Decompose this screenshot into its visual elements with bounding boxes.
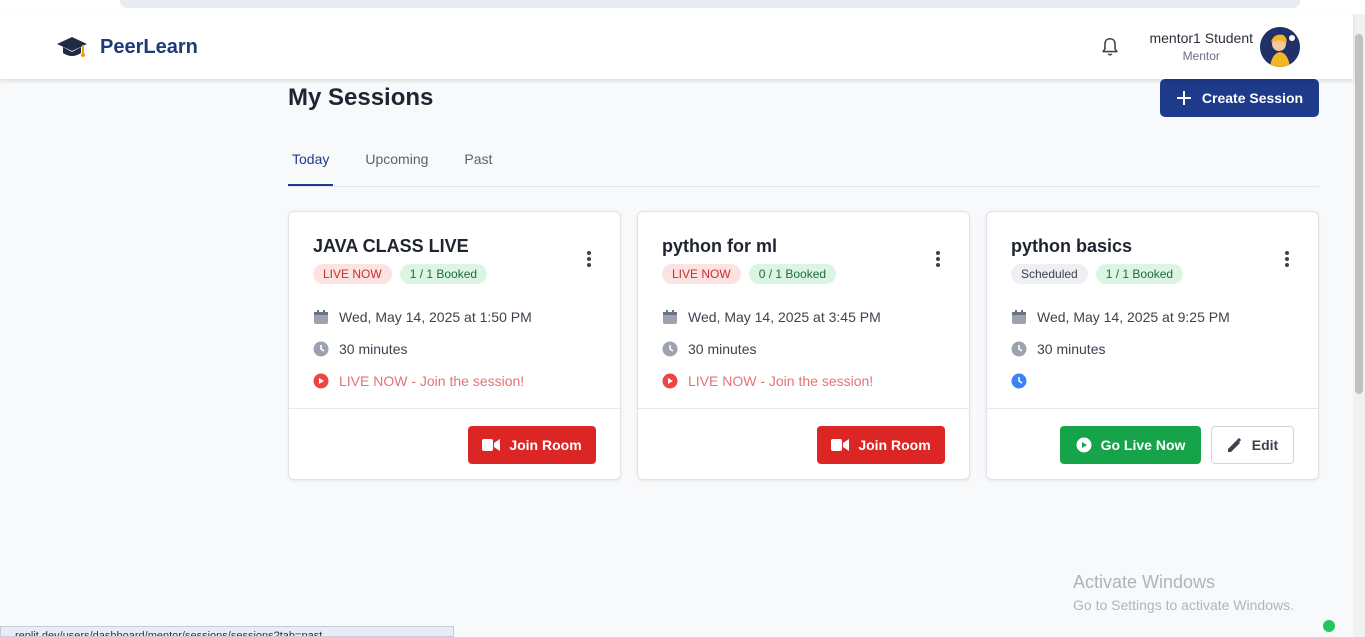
session-card: python basics Scheduled 1 / 1 Booked Wed… xyxy=(986,211,1319,480)
go-live-button[interactable]: Go Live Now xyxy=(1060,426,1201,464)
clock-icon xyxy=(1011,341,1027,357)
duration-text: 30 minutes xyxy=(339,341,408,357)
session-card: JAVA CLASS LIVE LIVE NOW 1 / 1 Booked We… xyxy=(288,211,621,480)
session-live-status: LIVE NOW - Join the session! xyxy=(662,373,873,389)
brand[interactable]: PeerLearn xyxy=(56,33,198,61)
more-vert-icon[interactable] xyxy=(935,250,941,268)
live-status-text: LIVE NOW - Join the session! xyxy=(339,373,525,389)
page-scrollbar[interactable] xyxy=(1353,14,1365,637)
edit-label: Edit xyxy=(1251,437,1279,453)
play-circle-icon xyxy=(313,373,329,389)
graduation-cap-icon xyxy=(57,37,87,57)
watermark-subtitle: Go to Settings to activate Windows. xyxy=(1073,597,1294,613)
session-title: JAVA CLASS LIVE xyxy=(313,236,469,256)
more-vert-icon[interactable] xyxy=(1284,250,1290,268)
browser-chrome xyxy=(0,0,1365,14)
duration-text: 30 minutes xyxy=(688,341,757,357)
avatar[interactable] xyxy=(1260,27,1300,67)
avatar-image xyxy=(1260,27,1300,67)
session-card: python for ml LIVE NOW 0 / 1 Booked Wed,… xyxy=(637,211,970,480)
session-datetime: Wed, May 14, 2025 at 3:45 PM xyxy=(662,309,881,325)
calendar-icon xyxy=(663,310,677,324)
session-schedule-status xyxy=(1011,373,1037,389)
edit-button[interactable]: Edit xyxy=(1211,426,1294,464)
card-footer: Join Room xyxy=(289,408,620,480)
join-room-button[interactable]: Join Room xyxy=(468,426,596,464)
booked-badge: 1 / 1 Booked xyxy=(1095,264,1184,284)
live-status-text: LIVE NOW - Join the session! xyxy=(688,373,874,389)
status-badge: LIVE NOW xyxy=(662,264,741,284)
scrollbar-thumb[interactable] xyxy=(1355,34,1363,394)
session-live-status: LIVE NOW - Join the session! xyxy=(313,373,524,389)
join-room-label: Join Room xyxy=(858,437,931,453)
session-title: python for ml xyxy=(662,236,777,256)
session-duration: 30 minutes xyxy=(662,341,756,357)
duration-text: 30 minutes xyxy=(1037,341,1106,357)
session-tabs: Today Upcoming Past xyxy=(288,136,1319,187)
play-circle-icon xyxy=(1076,437,1092,453)
calendar-icon xyxy=(314,310,328,324)
bell-icon[interactable] xyxy=(1099,36,1121,58)
datetime-text: Wed, May 14, 2025 at 1:50 PM xyxy=(339,309,532,325)
session-duration: 30 minutes xyxy=(313,341,407,357)
status-badge: LIVE NOW xyxy=(313,264,392,284)
pencil-icon xyxy=(1227,437,1241,452)
datetime-text: Wed, May 14, 2025 at 9:25 PM xyxy=(1037,309,1230,325)
plus-icon xyxy=(1176,91,1191,105)
join-room-button[interactable]: Join Room xyxy=(817,426,945,464)
status-bar-url: replit.dev/users/dashboard/mentor/sessio… xyxy=(0,626,454,637)
create-session-button[interactable]: Create Session xyxy=(1160,79,1319,117)
session-datetime: Wed, May 14, 2025 at 9:25 PM xyxy=(1011,309,1230,325)
card-footer: Go Live Now Edit xyxy=(987,408,1318,480)
play-circle-icon xyxy=(662,373,678,389)
user-info[interactable]: mentor1 Student Mentor xyxy=(1149,30,1253,63)
address-bar[interactable] xyxy=(120,0,1300,8)
windows-activation-watermark: Activate Windows Go to Settings to activ… xyxy=(1073,572,1294,613)
create-session-label: Create Session xyxy=(1201,90,1304,106)
watermark-title: Activate Windows xyxy=(1073,572,1216,592)
brand-name: PeerLearn xyxy=(100,35,198,58)
session-duration: 30 minutes xyxy=(1011,341,1105,357)
join-room-label: Join Room xyxy=(509,437,582,453)
tab-upcoming[interactable]: Upcoming xyxy=(347,136,446,186)
booked-badge: 0 / 1 Booked xyxy=(748,264,837,284)
datetime-text: Wed, May 14, 2025 at 3:45 PM xyxy=(688,309,881,325)
session-title: python basics xyxy=(1011,236,1133,256)
page-title: My Sessions xyxy=(288,84,434,111)
calendar-icon xyxy=(1012,310,1026,324)
more-vert-icon[interactable] xyxy=(586,250,592,268)
go-live-label: Go Live Now xyxy=(1100,437,1186,453)
booked-badge: 1 / 1 Booked xyxy=(399,264,488,284)
video-camera-icon xyxy=(831,439,850,451)
session-datetime: Wed, May 14, 2025 at 1:50 PM xyxy=(313,309,532,325)
status-badge: Scheduled xyxy=(1011,264,1088,284)
status-indicator-dot xyxy=(1323,620,1335,632)
tab-today[interactable]: Today xyxy=(288,136,334,186)
card-footer: Join Room xyxy=(638,408,969,480)
top-navbar: PeerLearn mentor1 Student Mentor xyxy=(0,14,1353,79)
clock-icon xyxy=(662,341,678,357)
user-role: Mentor xyxy=(1182,49,1220,63)
clock-icon xyxy=(313,341,329,357)
video-camera-icon xyxy=(482,439,501,451)
tab-past[interactable]: Past xyxy=(446,136,510,186)
user-name: mentor1 Student xyxy=(1149,30,1253,46)
blue-clock-icon xyxy=(1011,373,1027,389)
